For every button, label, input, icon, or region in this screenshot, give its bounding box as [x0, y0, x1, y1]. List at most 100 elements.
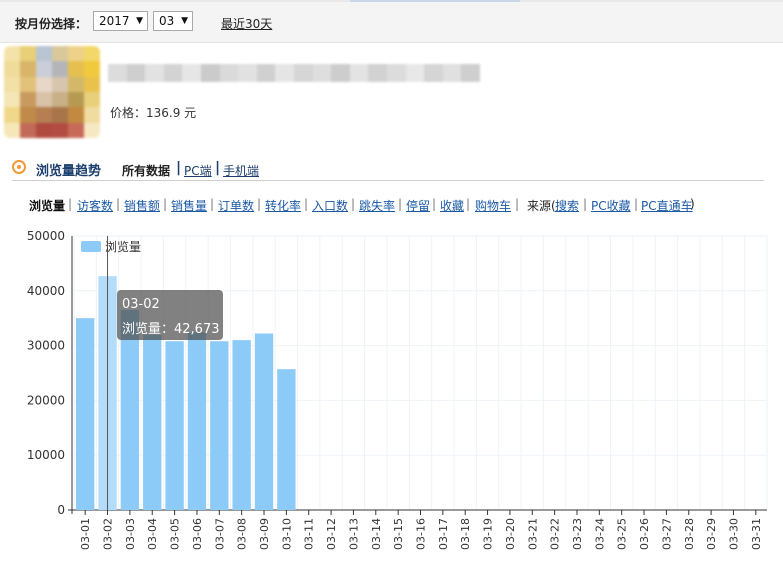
legend-label[interactable]: 浏览量 — [105, 239, 141, 254]
trend-section-header: 浏览量趋势 所有数据 | PC端 | 手机端 — [12, 158, 764, 181]
chevron-down-icon: ▼ — [136, 16, 143, 26]
product-thumbnail[interactable] — [4, 46, 100, 138]
x-tick-label: 03-26 — [638, 518, 651, 550]
metric-tab-stay[interactable]: 停留 — [406, 197, 430, 214]
x-tick-label: 03-16 — [415, 518, 428, 550]
bar-03-04[interactable] — [143, 334, 162, 510]
y-tick-label: 30000 — [27, 339, 65, 353]
metric-source-suffix: ) — [690, 197, 695, 211]
y-tick-label: 0 — [57, 503, 65, 517]
x-tick-label: 03-29 — [705, 518, 718, 550]
metric-tab-cart[interactable]: 购物车 — [475, 197, 511, 214]
filter-bar: 按月份选择： 2017 ▼ 03 ▼ 最近30天 — [0, 0, 783, 43]
metric-separator: | — [351, 197, 356, 211]
month-select[interactable]: 03 ▼ — [153, 11, 193, 31]
year-select[interactable]: 2017 ▼ — [93, 11, 148, 31]
chevron-down-icon: ▼ — [181, 16, 188, 26]
x-tick-label: 03-21 — [526, 518, 539, 550]
x-tick-label: 03-13 — [347, 518, 360, 550]
year-select-value: 2017 — [99, 14, 130, 28]
metric-source-pc-favorites[interactable]: PC收藏 — [591, 197, 631, 214]
x-tick-label: 03-17 — [437, 518, 450, 550]
metric-tab-orders[interactable]: 订单数 — [218, 197, 254, 214]
x-tick-label: 03-23 — [571, 518, 584, 550]
x-tick-label: 03-01 — [79, 518, 92, 550]
legend-swatch[interactable] — [81, 241, 101, 252]
x-tick-label: 03-18 — [459, 518, 472, 550]
metric-separator: | — [304, 197, 309, 211]
source-separator: | — [215, 160, 221, 176]
top-strip — [0, 0, 783, 2]
metric-separator: | — [583, 197, 588, 211]
bar-03-01[interactable] — [76, 318, 95, 510]
metric-separator: | — [634, 197, 639, 211]
source-all-data[interactable]: 所有数据 — [122, 162, 170, 179]
x-tick-label: 03-14 — [370, 518, 383, 550]
metric-tab-sales-volume[interactable]: 销售量 — [171, 197, 207, 214]
product-price: 价格：136.9 元 — [110, 106, 197, 120]
metric-separator: | — [515, 197, 520, 211]
x-tick-label: 03-20 — [504, 518, 517, 550]
x-tick-label: 03-05 — [169, 518, 182, 550]
metric-tab-bounce-rate[interactable]: 跳失率 — [359, 197, 395, 214]
metric-tab-favorites[interactable]: 收藏 — [440, 197, 464, 214]
bar-03-10[interactable] — [277, 369, 296, 510]
bar-03-09[interactable] — [254, 333, 274, 510]
trend-title: 浏览量趋势 — [36, 164, 102, 179]
bar-03-05[interactable] — [165, 341, 184, 510]
product-title-redacted — [108, 64, 480, 82]
metric-tab-entries[interactable]: 入口数 — [312, 197, 348, 214]
x-tick-label: 03-30 — [727, 518, 740, 550]
source-pc-link[interactable]: PC端 — [184, 162, 212, 179]
x-tick-label: 03-03 — [124, 518, 137, 550]
metric-separator: | — [68, 197, 73, 211]
x-tick-label: 03-04 — [146, 518, 159, 550]
y-tick-label: 20000 — [27, 393, 65, 407]
x-tick-label: 03-24 — [593, 518, 606, 550]
pageviews-bar-chart: 0100002000030000400005000003-01 03-02 03-0… — [27, 229, 768, 550]
metric-tab-visitors[interactable]: 访客数 — [77, 197, 113, 214]
bar-03-08[interactable] — [232, 340, 251, 510]
bar-03-07[interactable] — [210, 341, 229, 510]
bar-03-06[interactable] — [187, 332, 207, 510]
metric-tab-conversion[interactable]: 转化率 — [265, 197, 301, 214]
x-tick-label: 03-06 — [191, 518, 204, 550]
x-tick-label: 03-31 — [750, 518, 763, 550]
x-tick-label: 03-02 — [102, 518, 115, 550]
y-tick-label: 50000 — [27, 229, 65, 243]
x-tick-label: 03-19 — [482, 518, 495, 550]
x-tick-label: 03-07 — [213, 518, 226, 550]
x-tick-label: 03-09 — [258, 518, 271, 550]
metric-separator: | — [432, 197, 437, 211]
y-tick-label: 10000 — [27, 448, 65, 462]
x-tick-label: 03-25 — [616, 518, 629, 550]
x-tick-label: 03-10 — [280, 518, 293, 550]
recent-30-days-link[interactable]: 最近30天 — [221, 15, 272, 32]
x-tick-label: 03-12 — [325, 518, 338, 550]
y-tick-label: 40000 — [27, 284, 65, 298]
metric-tab-sales-amount[interactable]: 销售额 — [124, 197, 160, 214]
tooltip-value: 浏览量：42,673 — [122, 322, 220, 337]
month-select-label: 按月份选择： — [15, 17, 88, 31]
x-tick-label: 03-28 — [683, 518, 696, 550]
metric-separator: | — [398, 197, 403, 211]
tooltip-date: 03-02 — [122, 297, 160, 312]
chart-tooltip: 03-02 浏览量：42,673 — [117, 290, 223, 340]
x-tick-label: 03-27 — [660, 518, 673, 550]
x-tick-label: 03-15 — [392, 518, 405, 550]
metric-source-search[interactable]: 搜索 — [555, 197, 579, 214]
metric-separator: | — [116, 197, 121, 211]
metric-separator: | — [257, 197, 262, 211]
metric-source-prefix: 来源( — [527, 199, 556, 213]
x-tick-label: 03-22 — [549, 518, 562, 550]
metric-separator: | — [163, 197, 168, 211]
source-mobile-link[interactable]: 手机端 — [223, 162, 259, 179]
circle-bullet-icon — [12, 160, 26, 174]
metric-tab-pageviews[interactable]: 浏览量 — [29, 197, 65, 214]
metric-source-pc-through-train[interactable]: PC直通车 — [641, 197, 693, 214]
top-strip-active — [350, 0, 520, 2]
metric-separator: | — [466, 197, 471, 211]
x-tick-label: 03-11 — [303, 518, 316, 550]
x-tick-label: 03-08 — [236, 518, 249, 550]
month-select-value: 03 — [159, 14, 175, 28]
